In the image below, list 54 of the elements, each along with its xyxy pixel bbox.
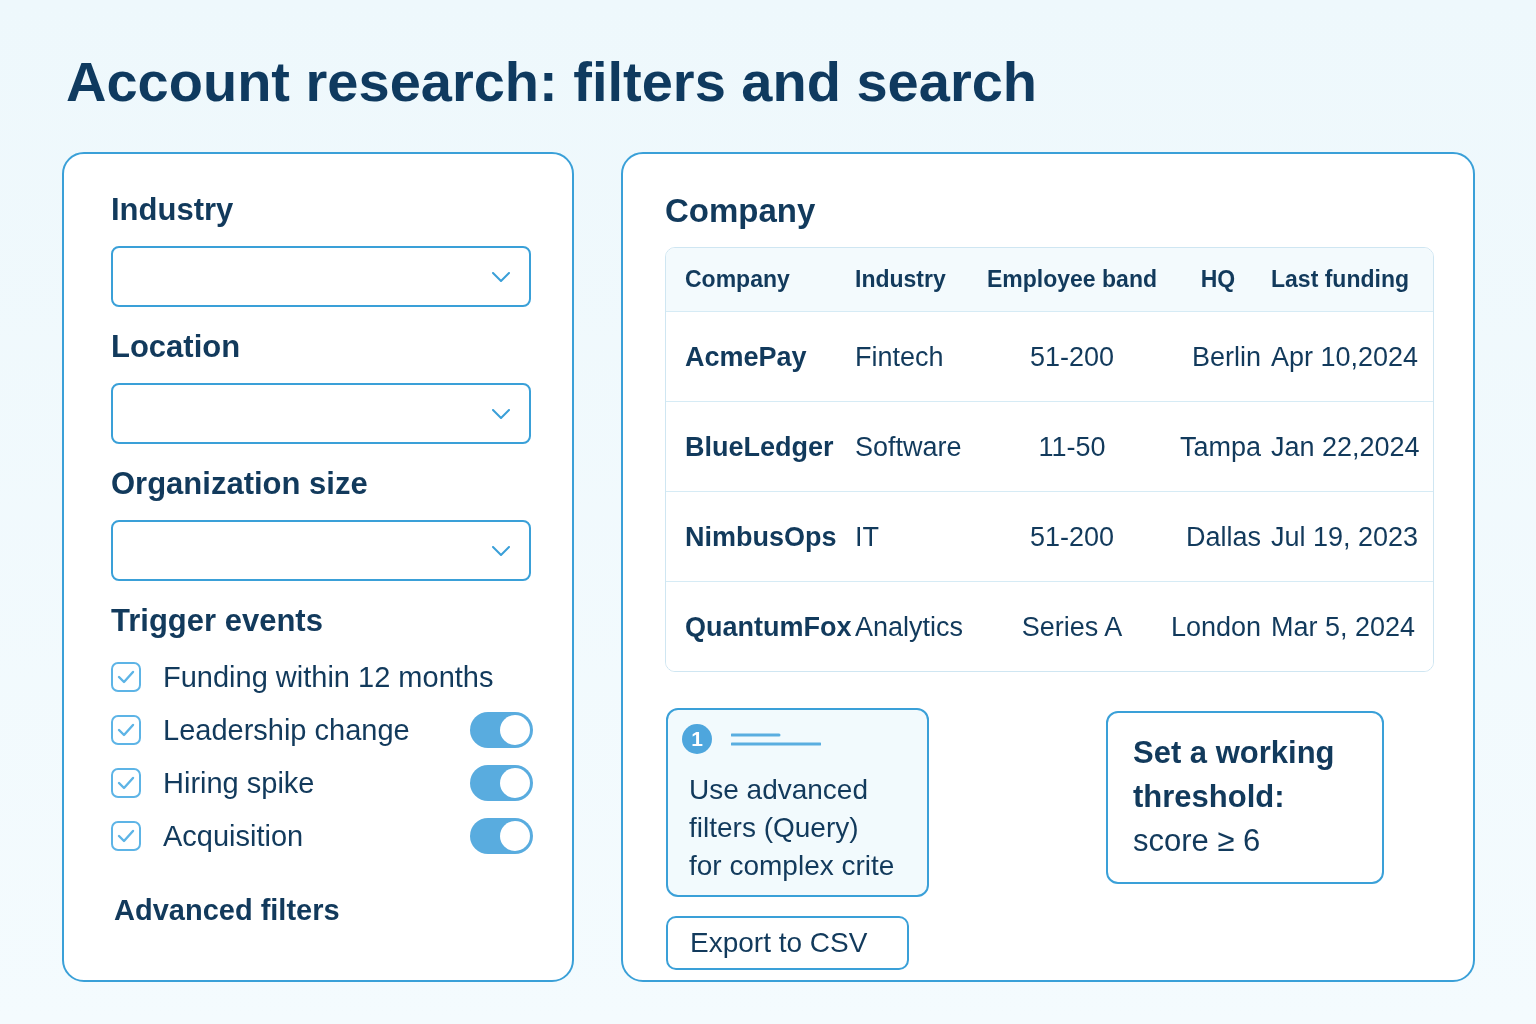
checkbox-label: Leadership change bbox=[163, 713, 410, 749]
toggle-switch[interactable] bbox=[470, 712, 533, 749]
checkbox[interactable] bbox=[111, 662, 141, 693]
field-label: Organization size bbox=[111, 465, 368, 504]
checkbox[interactable] bbox=[111, 715, 141, 746]
column-header: Industry bbox=[855, 266, 946, 294]
table-cell: Analytics bbox=[855, 610, 964, 644]
checkbox-label: Hiring spike bbox=[163, 766, 315, 802]
toggle-switch[interactable] bbox=[470, 818, 533, 855]
table-cell: Dallas bbox=[1185, 520, 1261, 554]
chevron-down-icon bbox=[492, 271, 510, 282]
dropdown-field[interactable] bbox=[111, 246, 531, 308]
table-cell: Series A bbox=[1021, 610, 1123, 644]
dropdown-field[interactable] bbox=[111, 520, 531, 582]
section-heading: Company bbox=[665, 191, 816, 232]
threshold-note: Set a working threshold: score ≥ 6 bbox=[1133, 734, 1336, 861]
table-cell: London bbox=[1170, 610, 1261, 644]
table-cell: 51-200 bbox=[1029, 340, 1115, 374]
column-header: Employee band bbox=[987, 266, 1157, 294]
section-heading: Advanced filters bbox=[114, 893, 340, 929]
checkbox[interactable] bbox=[111, 768, 141, 799]
checkbox-label: Acquisition bbox=[163, 819, 304, 855]
table-cell: Jan 22,2024 bbox=[1271, 430, 1420, 464]
text-lines-icon bbox=[731, 732, 821, 746]
column-header: Last funding bbox=[1271, 266, 1409, 294]
table-cell: 11-50 bbox=[1038, 430, 1106, 464]
export-button[interactable]: Export to CSV bbox=[666, 916, 909, 971]
page-title: Account research: filters and search bbox=[66, 50, 1038, 115]
table-cell: Software bbox=[855, 430, 962, 464]
dropdown-field[interactable] bbox=[111, 383, 531, 445]
table-cell: IT bbox=[855, 520, 879, 554]
checkbox-label: Funding within 12 months bbox=[163, 660, 494, 696]
chevron-down-icon bbox=[492, 545, 510, 556]
table-cell: Mar 5, 2024 bbox=[1271, 610, 1416, 644]
section-heading: Trigger events bbox=[111, 602, 323, 641]
chevron-down-icon bbox=[492, 408, 510, 419]
checkbox[interactable] bbox=[111, 821, 141, 852]
step-number-badge: 1 bbox=[682, 724, 712, 755]
table-cell: AcmePay bbox=[685, 340, 807, 374]
table-cell: Apr 10,2024 bbox=[1271, 340, 1419, 374]
hint-text: Use advanced filters (Query) for complex crite bbox=[689, 773, 896, 884]
column-header: Company bbox=[685, 266, 790, 294]
table-cell: QuantumFox bbox=[685, 610, 852, 644]
table-cell: BlueLedger bbox=[685, 430, 834, 464]
toggle-switch[interactable] bbox=[470, 765, 533, 802]
column-header: HQ bbox=[1200, 266, 1236, 294]
table-cell: Tampa bbox=[1179, 430, 1261, 464]
table-cell: 51-200 bbox=[1029, 520, 1115, 554]
table-cell: Berlin bbox=[1191, 340, 1261, 374]
table-cell: Fintech bbox=[855, 340, 944, 374]
table-cell: NimbusOps bbox=[685, 520, 837, 554]
table-cell: Jul 19, 2023 bbox=[1271, 520, 1419, 554]
field-label: Industry bbox=[111, 191, 234, 230]
field-label: Location bbox=[111, 328, 241, 367]
